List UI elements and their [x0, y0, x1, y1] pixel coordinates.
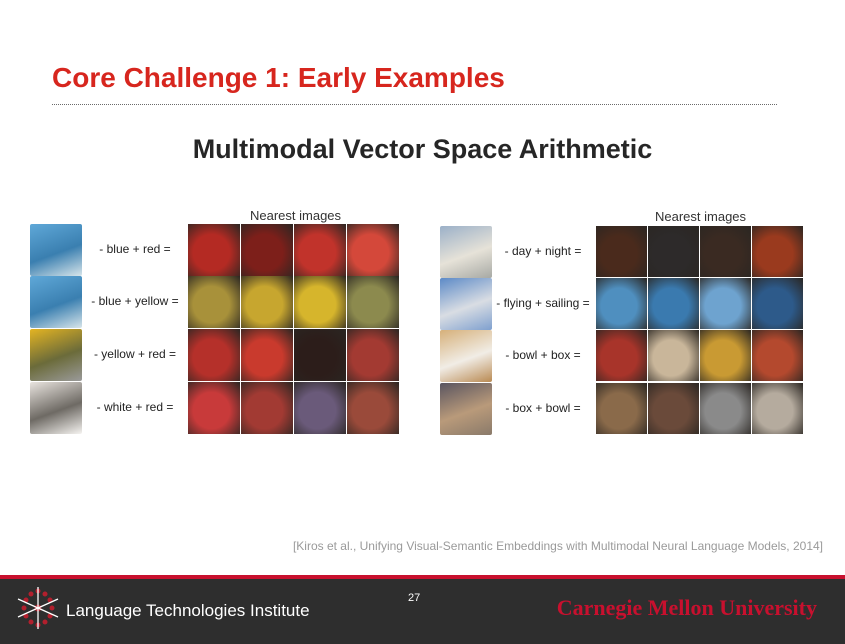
left-operation-label-4: - white + red = [96, 400, 174, 414]
left-result-image-3-2 [241, 329, 293, 381]
left-result-image-4-2 [241, 382, 293, 434]
slide-title: Core Challenge 1: Early Examples [52, 62, 505, 93]
left-result-image-1-1 [188, 224, 240, 276]
right-nearest-images-header: Nearest images [655, 209, 747, 224]
right-operation-label-4: - box + bowl = [505, 401, 581, 415]
left-result-image-4-3 [294, 382, 346, 434]
right-operation-label-2: - flying + sailing = [496, 296, 590, 310]
right-result-image-4-3 [700, 383, 751, 434]
right-result-image-1-1 [596, 226, 647, 277]
left-result-image-2-4 [347, 276, 399, 328]
right-query-image-2 [440, 278, 492, 330]
right-result-image-4-1 [596, 383, 647, 434]
left-query-image-1 [30, 224, 82, 276]
right-result-image-4-2 [648, 383, 699, 434]
right-result-image-2-3 [700, 278, 751, 329]
citation: [Kiros et al., Unifying Visual-Semantic … [292, 539, 823, 553]
right-operation-label-1: - day + night = [504, 244, 582, 258]
left-result-image-2-2 [241, 276, 293, 328]
left-result-image-1-2 [241, 224, 293, 276]
left-query-image-4 [30, 382, 82, 434]
right-result-image-2-2 [648, 278, 699, 329]
page-number: 27 [408, 592, 421, 604]
right-operation-label-3: - bowl + box = [505, 348, 581, 362]
right-result-image-3-1 [596, 330, 647, 381]
left-operation-label-2: - blue + yellow = [91, 294, 179, 308]
left-query-image-3 [30, 329, 82, 381]
left-result-image-2-1 [188, 276, 240, 328]
right-query-image-3 [440, 330, 492, 382]
left-result-image-3-4 [347, 329, 399, 381]
left-result-image-4-1 [188, 382, 240, 434]
right-query-image-1 [440, 226, 492, 278]
left-operation-label-1: - blue + red = [99, 242, 171, 256]
right-result-image-3-2 [648, 330, 699, 381]
right-query-image-4 [440, 383, 492, 435]
left-result-image-4-4 [347, 382, 399, 434]
left-nearest-images-header: Nearest images [250, 208, 342, 223]
right-result-image-2-4 [752, 278, 803, 329]
left-result-image-3-3 [294, 329, 346, 381]
left-query-image-2 [30, 276, 82, 328]
left-result-image-3-1 [188, 329, 240, 381]
lti-logo-icon [12, 585, 62, 638]
left-result-image-2-3 [294, 276, 346, 328]
right-result-image-1-3 [700, 226, 751, 277]
lti-name: Language Technologies Institute [66, 601, 310, 620]
left-result-image-1-3 [294, 224, 346, 276]
right-result-image-4-4 [752, 383, 803, 434]
right-result-image-3-4 [752, 330, 803, 381]
right-result-image-2-1 [596, 278, 647, 329]
title-divider [52, 104, 777, 105]
cmu-wordmark: Carnegie Mellon University [556, 595, 817, 620]
left-operation-label-3: - yellow + red = [93, 347, 177, 361]
right-result-image-1-2 [648, 226, 699, 277]
right-result-image-3-3 [700, 330, 751, 381]
left-result-image-1-4 [347, 224, 399, 276]
right-result-image-1-4 [752, 226, 803, 277]
slide-subtitle: Multimodal Vector Space Arithmetic [192, 134, 653, 164]
